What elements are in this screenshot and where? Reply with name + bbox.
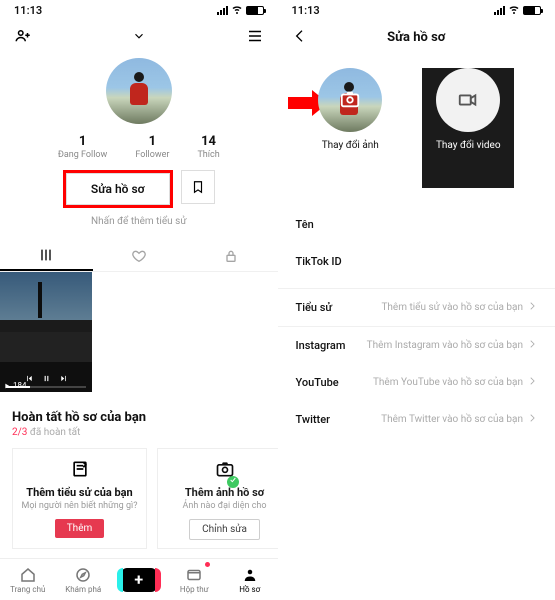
home-icon	[19, 566, 37, 584]
signal-icon	[217, 6, 228, 15]
view-count: 184	[3, 381, 27, 390]
card-button[interactable]: Thêm	[55, 519, 105, 538]
change-video[interactable]: Thay đổi video	[422, 68, 514, 188]
stat-following[interactable]: 1 Đang Follow	[58, 134, 107, 160]
content-tabs	[0, 241, 278, 272]
edit-profile-button[interactable]: Sửa hồ sơ	[66, 173, 170, 205]
edit-header: Sửa hồ sơ	[278, 20, 555, 54]
battery-icon	[523, 6, 541, 15]
profile-header	[0, 20, 278, 54]
stat-number: 1	[58, 134, 107, 149]
video-icon	[457, 89, 479, 111]
wifi-icon	[508, 3, 520, 18]
notification-dot	[205, 562, 210, 567]
video-thumbnail[interactable]: 184	[0, 272, 92, 392]
change-photo[interactable]: Thay đổi ảnh	[318, 68, 382, 188]
field-instagram[interactable]: Instagram Thêm Instagram vào hồ sơ của b…	[296, 327, 538, 364]
tab-inbox[interactable]: Hộp thư	[167, 559, 223, 600]
stat-number: 14	[197, 134, 219, 149]
profile-icon	[241, 566, 259, 584]
status-bar: 11:13	[278, 0, 555, 20]
status-bar: 11:13	[0, 0, 278, 20]
chevron-down-icon[interactable]	[132, 29, 146, 46]
chevron-right-icon	[527, 339, 537, 352]
page-title: Sửa hồ sơ	[308, 30, 526, 45]
menu-icon[interactable]	[246, 27, 264, 48]
video-grid: 184	[0, 272, 278, 392]
plus-icon: +	[121, 568, 157, 592]
status-time: 11:13	[14, 4, 42, 17]
field-bio[interactable]: Tiểu sử Thêm tiểu sử vào hồ sơ của bạn	[296, 289, 538, 326]
tab-create[interactable]: +	[111, 559, 167, 600]
fields: Tên TikTok ID Tiểu sử Thêm tiểu sử vào h…	[278, 188, 555, 438]
avatar-wrap	[0, 58, 278, 124]
next-icon	[59, 374, 68, 383]
field-twitter[interactable]: Twitter Thêm Twitter vào hồ sơ của bạn	[296, 401, 538, 438]
check-badge	[227, 476, 239, 488]
complete-profile-section: Hoàn tất hồ sơ của bạn 2/3 đã hoàn tất T…	[0, 400, 278, 549]
bio-icon	[70, 459, 90, 479]
section-title: Hoàn tất hồ sơ của bạn	[12, 410, 266, 425]
add-bio-link[interactable]: Nhấn để thêm tiểu sử	[0, 216, 278, 227]
section-sub: 2/3 đã hoàn tất	[12, 427, 266, 438]
bottom-tab-bar: Trang chủ Khám phá + Hộp thư Hồ sơ	[0, 558, 278, 600]
play-icon	[3, 382, 11, 390]
stat-label: Thích	[197, 150, 219, 160]
media-row: Thay đổi ảnh Thay đổi video	[278, 68, 555, 188]
card-add-bio[interactable]: Thêm tiểu sử của bạn Mọi người nên biết …	[12, 448, 147, 549]
chevron-right-icon	[527, 413, 537, 426]
stat-label: Đang Follow	[58, 150, 107, 160]
card-add-photo[interactable]: Thêm ảnh hồ sơ Ảnh nào đại diện cho Chỉn…	[157, 448, 278, 549]
stat-followers[interactable]: 1 Follower	[135, 134, 169, 160]
tab-home[interactable]: Trang chủ	[0, 559, 56, 600]
inbox-icon	[185, 566, 203, 584]
stat-likes[interactable]: 14 Thích	[197, 134, 219, 160]
media-label: Thay đổi ảnh	[318, 140, 382, 151]
media-label: Thay đổi video	[422, 140, 514, 151]
chevron-right-icon	[527, 301, 537, 314]
card-button[interactable]: Chỉnh sửa	[189, 519, 260, 540]
avatar[interactable]	[106, 58, 172, 124]
screen-profile: 11:13 1 Đang Follow 1 Follower 14 Thích	[0, 0, 278, 600]
tab-profile[interactable]: Hồ sơ	[222, 559, 278, 600]
stats-row: 1 Đang Follow 1 Follower 14 Thích	[0, 134, 278, 160]
camera-icon	[339, 88, 361, 113]
bookmark-icon	[191, 180, 205, 194]
field-name[interactable]: Tên	[296, 206, 538, 243]
stat-label: Follower	[135, 150, 169, 160]
wifi-icon	[231, 3, 243, 18]
chevron-right-icon	[527, 376, 537, 389]
tab-grid[interactable]	[0, 241, 93, 271]
highlight-box: Sửa hồ sơ	[63, 170, 173, 208]
field-youtube[interactable]: YouTube Thêm YouTube vào hồ sơ của bạn	[296, 364, 538, 401]
status-time: 11:13	[292, 4, 320, 17]
cards-row: Thêm tiểu sử của bạn Mọi người nên biết …	[12, 448, 266, 549]
battery-icon	[246, 6, 264, 15]
add-person-icon[interactable]	[14, 27, 32, 48]
tab-liked[interactable]	[93, 241, 186, 271]
back-button[interactable]	[292, 28, 308, 47]
status-right	[494, 3, 541, 18]
status-right	[217, 3, 264, 18]
tab-discover[interactable]: Khám phá	[56, 559, 112, 600]
card-sub: Mọi người nên biết những gì?	[21, 501, 138, 511]
screen-edit-profile: 11:13 Sửa hồ sơ Thay đổi ảnh Thay đổi vi…	[278, 0, 555, 600]
compass-icon	[74, 566, 92, 584]
card-title: Thêm ảnh hồ sơ	[166, 486, 278, 499]
pause-icon	[42, 374, 51, 383]
signal-icon	[494, 6, 505, 15]
field-tiktok-id[interactable]: TikTok ID	[296, 243, 538, 280]
bookmark-button[interactable]	[181, 170, 215, 204]
stat-number: 1	[135, 134, 169, 149]
edit-row: Sửa hồ sơ	[0, 170, 278, 208]
tab-private[interactable]	[185, 241, 278, 271]
card-sub: Ảnh nào đại diện cho	[166, 501, 278, 511]
card-title: Thêm tiểu sử của bạn	[21, 486, 138, 499]
